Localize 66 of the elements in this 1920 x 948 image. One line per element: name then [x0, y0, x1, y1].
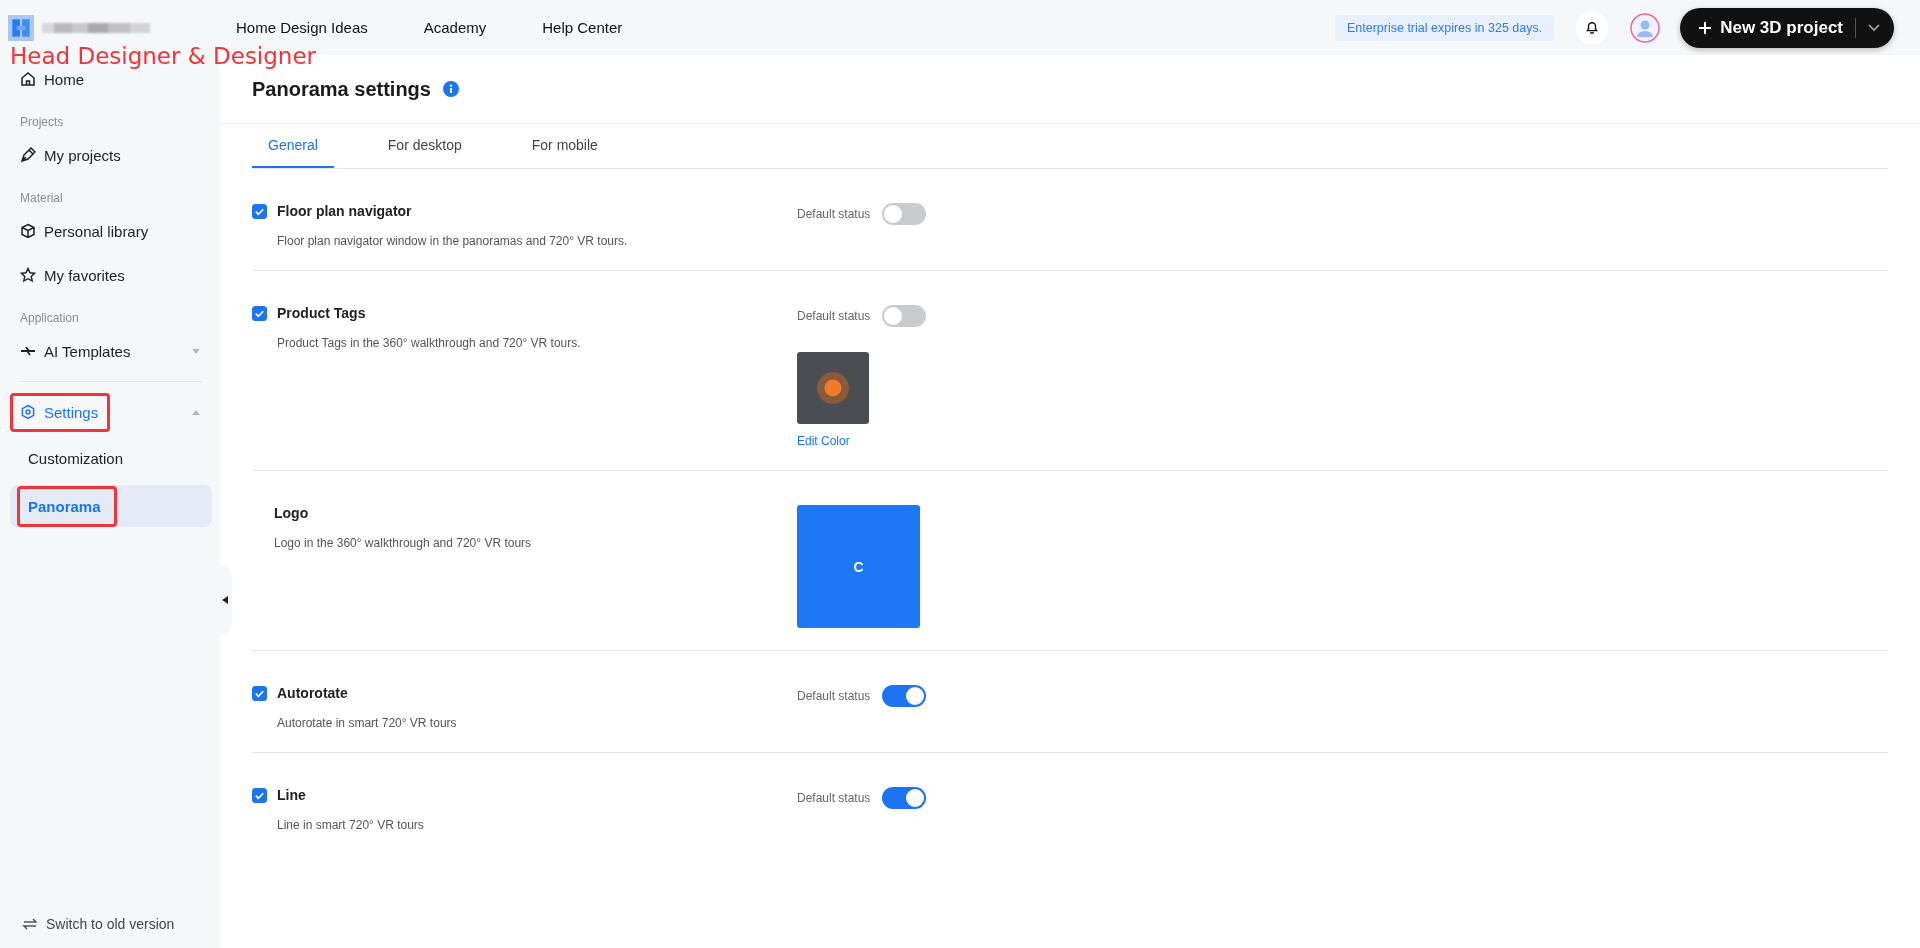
cube-icon	[20, 223, 36, 239]
info-icon[interactable]	[442, 81, 459, 97]
setting-title: Logo	[274, 505, 309, 521]
setting-title: Autorotate	[277, 685, 348, 701]
toggle-switch[interactable]	[882, 203, 927, 225]
caret-icon[interactable]	[1868, 23, 1880, 32]
default-status-label: Default status	[797, 791, 871, 805]
page-title: Panorama settings	[252, 77, 431, 101]
nav-link[interactable]: Help Center	[542, 19, 623, 36]
tab[interactable]: General	[252, 124, 334, 168]
sidebar-item[interactable]: My favorites	[10, 260, 212, 290]
tab[interactable]: For mobile	[515, 124, 614, 168]
notifications-button[interactable]	[1576, 11, 1609, 44]
settings-icon	[20, 404, 36, 420]
avatar-icon[interactable]	[1630, 12, 1661, 43]
pen-icon	[20, 147, 36, 163]
setting-description: Line in smart 720° VR tours	[277, 818, 425, 832]
section-heading: Material	[19, 190, 64, 207]
home-icon	[20, 71, 36, 87]
tab[interactable]: For desktop	[371, 124, 478, 168]
sidebar-item[interactable]: Personal library	[10, 216, 212, 246]
annotation-text: Head Designer & Designer	[10, 44, 317, 69]
default-status-label: Default status	[797, 689, 871, 703]
sidebar-label: AI Templates	[44, 342, 131, 360]
star-icon	[20, 267, 36, 283]
nav-link[interactable]: Academy	[423, 19, 487, 36]
sidebar-subitem[interactable]: Panorama	[10, 485, 212, 527]
default-status-label: Default status	[797, 207, 871, 221]
sidebar-label: My favorites	[44, 266, 125, 284]
bell-icon	[1585, 20, 1600, 35]
section-heading: Application	[19, 310, 80, 327]
sidebar-label: Settings	[44, 403, 99, 421]
checkbox[interactable]	[252, 305, 267, 321]
toggle-switch[interactable]	[882, 685, 927, 707]
sidebar-subitem[interactable]: Customization	[10, 437, 212, 479]
default-status-label: Default status	[797, 309, 871, 323]
setting-description: Floor plan navigator window in the panoramas and 720° VR tours.	[277, 234, 629, 248]
collapse-handle[interactable]	[218, 565, 232, 635]
edit-color-link[interactable]: Edit Color	[797, 434, 850, 448]
nav-link[interactable]: Home Design Ideas	[236, 19, 368, 36]
setting-title: Line	[277, 787, 306, 803]
checkbox[interactable]	[252, 685, 267, 701]
sidebar-label: Home	[44, 70, 84, 88]
tag-marker-icon	[797, 352, 869, 424]
sidebar-item[interactable]: Settings	[10, 397, 212, 427]
logo-upload-box[interactable]: C	[797, 505, 920, 628]
toggle-switch[interactable]	[882, 305, 927, 327]
checkbox[interactable]	[252, 787, 267, 803]
sidebar-item[interactable]: My projects	[10, 140, 212, 170]
new-project-button[interactable]: New 3D project	[1680, 7, 1894, 48]
checkbox[interactable]	[252, 203, 267, 219]
setting-title: Floor plan navigator	[277, 203, 412, 219]
setting-description: Autorotate in smart 720° VR tours	[277, 716, 458, 730]
plus-icon	[1698, 20, 1713, 35]
trial-badge: Enterprise trial expires in 325 days.	[1334, 14, 1555, 41]
logo-icon	[8, 14, 34, 41]
sidebar-item[interactable]: AI Templates	[10, 336, 212, 366]
setting-description: Product Tags in the 360° walkthrough and 720° VR tours.	[277, 336, 582, 350]
sidebar-label: My projects	[44, 146, 121, 164]
setting-description: Logo in the 360° walkthrough and 720° VR tours	[274, 536, 533, 550]
switch-version-link[interactable]: Switch to old version	[46, 916, 175, 932]
sidebar-label: Personal library	[44, 222, 149, 240]
toggle-switch[interactable]	[882, 787, 927, 809]
setting-title: Product Tags	[277, 305, 366, 321]
section-heading: Projects	[19, 114, 65, 131]
swap-icon	[22, 916, 38, 932]
